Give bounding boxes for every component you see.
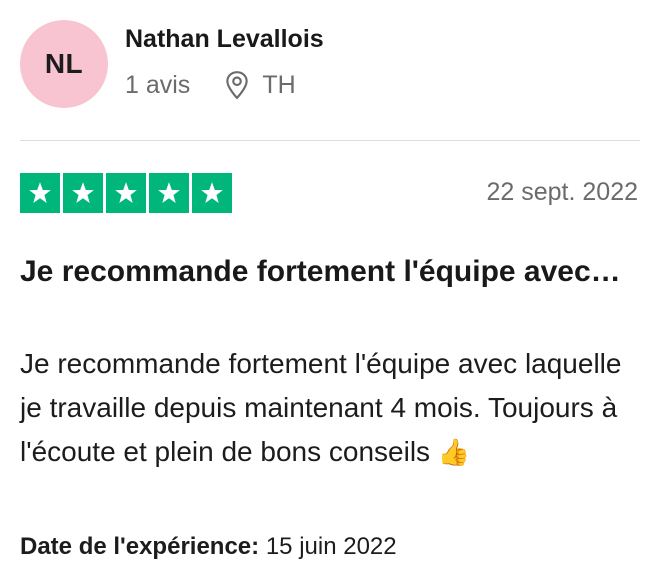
star-icon (63, 173, 103, 213)
thumbs-up-emoji: 👍 (437, 437, 471, 467)
review-count: 1 avis (125, 70, 191, 99)
star-icon (106, 173, 146, 213)
experience-date: Date de l'expérience: 15 juin 2022 (20, 533, 397, 561)
reviewer-meta: 1 avis TH (125, 70, 296, 100)
experience-date-label: Date de l'expérience: (20, 533, 260, 560)
review-date: 22 sept. 2022 (486, 178, 638, 206)
star-rating (20, 173, 232, 213)
star-icon (20, 173, 60, 213)
experience-date-value: 15 juin 2022 (265, 533, 397, 560)
reviewer-country: TH (262, 70, 296, 99)
avatar[interactable]: NL (20, 20, 108, 108)
divider (20, 140, 640, 141)
reviewer-name[interactable]: Nathan Levallois (125, 25, 324, 54)
location-pin-icon (226, 71, 249, 100)
review-body: Je recommande fortement l'équipe avec la… (20, 342, 640, 474)
review-card: NL Nathan Levallois 1 avis TH 22 sept. 2… (0, 0, 660, 584)
star-icon (149, 173, 189, 213)
review-body-text: Je recommande fortement l'équipe avec la… (20, 348, 622, 467)
star-icon (192, 173, 232, 213)
review-title[interactable]: Je recommande fortement l'équipe avec… (20, 252, 630, 292)
